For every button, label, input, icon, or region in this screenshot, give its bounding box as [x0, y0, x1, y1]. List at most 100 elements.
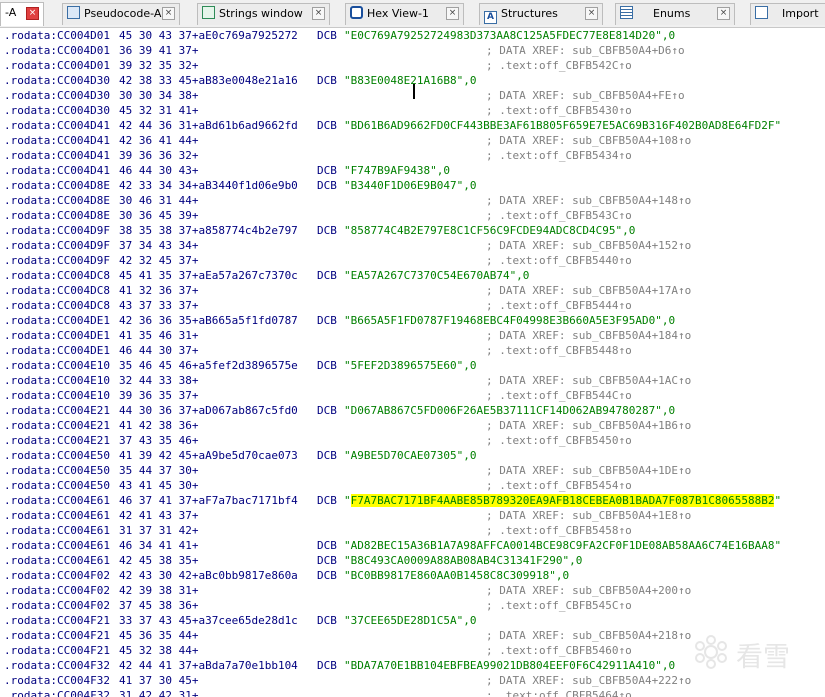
xref-comment[interactable]: ; .text:off_CBFB544C↑o	[486, 388, 632, 403]
hex-bytes: 33 37 43 45+a37cee65de28d1c	[119, 614, 298, 627]
listing-line[interactable]: .rodata:CC004DE1 42 36 36 35+aB665a5f1fd0…	[0, 313, 825, 328]
listing-line[interactable]: .rodata:CC004F02 37 45 38 36+ ; .text:off_…	[0, 598, 825, 613]
xref-comment[interactable]: ; DATA XREF: sub_CBFB50A4+1DE↑o	[486, 463, 691, 478]
xref-comment[interactable]: ; .text:off_CBFB5430↑o	[486, 103, 632, 118]
listing-line[interactable]: .rodata:CC004E10 39 36 35 37+ ; .text:off_…	[0, 388, 825, 403]
xref-comment[interactable]: ; .text:off_CBFB5444↑o	[486, 298, 632, 313]
close-icon[interactable]: ×	[312, 7, 325, 20]
xref-comment[interactable]: ; .text:off_CBFB5464↑o	[486, 688, 632, 697]
listing-line[interactable]: .rodata:CC004D41 42 44 36 31+aBd61b6ad966…	[0, 118, 825, 133]
xref-comment[interactable]: ; DATA XREF: sub_CBFB50A4+218↑o	[486, 628, 691, 643]
listing-line[interactable]: .rodata:CC004E50 41 39 42 45+aA9be5d70cae…	[0, 448, 825, 463]
listing-line[interactable]: .rodata:CC004E10 32 44 33 38+ ; DATA XREF:…	[0, 373, 825, 388]
listing-line[interactable]: .rodata:CC004E21 41 42 38 36+ ; DATA XREF:…	[0, 418, 825, 433]
xref-comment[interactable]: ; .text:off_CBFB545C↑o	[486, 598, 632, 613]
listing-line[interactable]: .rodata:CC004DE1 46 44 30 37+ ; .text:off_…	[0, 343, 825, 358]
xref-comment[interactable]: ; .text:off_CBFB5454↑o	[486, 478, 632, 493]
xref-comment[interactable]: ; .text:off_CBFB543C↑o	[486, 208, 632, 223]
listing-line[interactable]: .rodata:CC004E61 42 45 38 35+ DCB "B8C493CA…	[0, 553, 825, 568]
listing-line[interactable]: .rodata:CC004DC8 45 41 35 37+aEa57a267c73…	[0, 268, 825, 283]
tab-structures[interactable]: A Structures ×	[479, 3, 603, 25]
xref-comment[interactable]: ; DATA XREF: sub_CBFB50A4+1AC↑o	[486, 373, 691, 388]
tab-pseudocode[interactable]: Pseudocode-A ×	[62, 3, 180, 25]
listing-line[interactable]: .rodata:CC004E50 35 44 37 30+ ; DATA XREF:…	[0, 463, 825, 478]
listing-line[interactable]: .rodata:CC004F02 42 43 30 42+aBc0bb9817e8…	[0, 568, 825, 583]
xref-comment[interactable]: ; DATA XREF: sub_CBFB50A4+148↑o	[486, 193, 691, 208]
xref-comment[interactable]: ; .text:off_CBFB5440↑o	[486, 253, 632, 268]
hex-bytes: 46 34 41 41+	[119, 539, 199, 552]
hex-bytes: 30 36 45 39+	[119, 209, 199, 222]
hex-bytes: 42 44 36 31+aBd61b6ad9662fd	[119, 119, 298, 132]
xref-comment[interactable]: ; .text:off_CBFB5458↑o	[486, 523, 632, 538]
tab-enums[interactable]: Enums ×	[615, 3, 735, 25]
listing-line[interactable]: .rodata:CC004DC8 41 32 36 37+ ; DATA XREF:…	[0, 283, 825, 298]
address: .rodata:CC004DE1	[4, 344, 110, 357]
directive: DCB	[317, 569, 337, 582]
close-icon[interactable]: ×	[585, 7, 598, 20]
listing-line[interactable]: .rodata:CC004E61 31 37 31 42+ ; .text:off_…	[0, 523, 825, 538]
xref-comment[interactable]: ; DATA XREF: sub_CBFB50A4+200↑o	[486, 583, 691, 598]
hex-bytes: 45 30 43 37+aE0c769a7925272	[119, 29, 298, 42]
listing-line[interactable]: .rodata:CC004DC8 43 37 33 37+ ; .text:off_…	[0, 298, 825, 313]
listing-line[interactable]: .rodata:CC004D30 45 32 31 41+ ; .text:off_…	[0, 103, 825, 118]
listing-line[interactable]: .rodata:CC004F32 31 42 42 31+ ; .text:off_…	[0, 688, 825, 697]
listing-line[interactable]: .rodata:CC004D8E 30 36 45 39+ ; .text:off_…	[0, 208, 825, 223]
xref-comment[interactable]: ; .text:off_CBFB5460↑o	[486, 643, 632, 658]
listing-line[interactable]: .rodata:CC004D01 39 32 35 32+ ; .text:off_…	[0, 58, 825, 73]
listing-line[interactable]: .rodata:CC004F32 41 37 30 45+ ; DATA XREF:…	[0, 673, 825, 688]
listing-line[interactable]: .rodata:CC004E61 46 37 41 37+aF7a7bac7171…	[0, 493, 825, 508]
xref-comment[interactable]: ; DATA XREF: sub_CBFB50A4+108↑o	[486, 133, 691, 148]
listing-line[interactable]: .rodata:CC004D9F 37 34 43 34+ ; DATA XREF:…	[0, 238, 825, 253]
listing-line[interactable]: .rodata:CC004D41 42 36 41 44+ ; DATA XREF:…	[0, 133, 825, 148]
listing-line[interactable]: .rodata:CC004E61 42 41 43 37+ ; DATA XREF:…	[0, 508, 825, 523]
tab-strings-window[interactable]: Strings window ×	[197, 3, 330, 25]
string-literal: "B83E0048E21A16B8",0	[344, 74, 477, 87]
listing-line[interactable]: .rodata:CC004D01 36 39 41 37+ ; DATA XREF:…	[0, 43, 825, 58]
address: .rodata:CC004E10	[4, 359, 110, 372]
close-icon[interactable]: ×	[162, 7, 175, 20]
listing-line[interactable]: .rodata:CC004E61 46 34 41 41+ DCB "AD82BEC1…	[0, 538, 825, 553]
listing-line[interactable]: .rodata:CC004D8E 30 46 31 44+ ; DATA XREF:…	[0, 193, 825, 208]
xref-comment[interactable]: ; DATA XREF: sub_CBFB50A4+D6↑o	[486, 43, 685, 58]
listing-line[interactable]: .rodata:CC004D41 46 44 30 43+ DCB "F747B9AF…	[0, 163, 825, 178]
tab-ida-view[interactable]: -A ×	[0, 2, 44, 26]
xref-comment[interactable]: ; .text:off_CBFB5448↑o	[486, 343, 632, 358]
xref-comment[interactable]: ; DATA XREF: sub_CBFB50A4+152↑o	[486, 238, 691, 253]
disassembly-listing[interactable]: .rodata:CC004D01 45 30 43 37+aE0c769a7925…	[0, 28, 825, 697]
listing-line[interactable]: .rodata:CC004E10 35 46 45 46+a5fef2d38965…	[0, 358, 825, 373]
xref-comment[interactable]: ; DATA XREF: sub_CBFB50A4+184↑o	[486, 328, 691, 343]
listing-line[interactable]: .rodata:CC004D41 39 36 36 32+ ; .text:off_…	[0, 148, 825, 163]
xref-comment[interactable]: ; DATA XREF: sub_CBFB50A4+222↑o	[486, 673, 691, 688]
address: .rodata:CC004F21	[4, 614, 110, 627]
tab-hex-view[interactable]: Hex View-1 ×	[345, 3, 464, 25]
xref-comment[interactable]: ; DATA XREF: sub_CBFB50A4+17A↑o	[486, 283, 691, 298]
close-icon[interactable]: ×	[717, 7, 730, 20]
listing-line[interactable]: .rodata:CC004E21 37 43 35 46+ ; .text:off_…	[0, 433, 825, 448]
listing-line[interactable]: .rodata:CC004F02 42 39 38 31+ ; DATA XREF:…	[0, 583, 825, 598]
string-literal: "A9BE5D70CAE07305",0	[344, 449, 477, 462]
string-quote: "	[344, 494, 351, 507]
close-icon[interactable]: ×	[26, 7, 39, 20]
listing-line[interactable]: .rodata:CC004D9F 42 32 45 37+ ; .text:off_…	[0, 253, 825, 268]
xref-comment[interactable]: ; DATA XREF: sub_CBFB50A4+FE↑o	[486, 88, 685, 103]
listing-line[interactable]: .rodata:CC004D01 45 30 43 37+aE0c769a7925…	[0, 28, 825, 43]
tab-imports[interactable]: Import	[750, 3, 825, 25]
close-icon[interactable]: ×	[446, 7, 459, 20]
listing-line[interactable]: .rodata:CC004E50 43 41 45 30+ ; .text:off_…	[0, 478, 825, 493]
listing-line[interactable]: .rodata:CC004D9F 38 35 38 37+a858774c4b2e…	[0, 223, 825, 238]
xref-comment[interactable]: ; .text:off_CBFB5434↑o	[486, 148, 632, 163]
listing-line[interactable]: .rodata:CC004DE1 41 35 46 31+ ; DATA XREF:…	[0, 328, 825, 343]
hex-bytes: 42 36 41 44+	[119, 134, 199, 147]
xref-comment[interactable]: ; DATA XREF: sub_CBFB50A4+1E8↑o	[486, 508, 691, 523]
listing-line[interactable]: .rodata:CC004F21 33 37 43 45+a37cee65de28…	[0, 613, 825, 628]
listing-line[interactable]: .rodata:CC004E21 44 30 36 37+aD067ab867c5…	[0, 403, 825, 418]
xref-comment[interactable]: ; DATA XREF: sub_CBFB50A4+1B6↑o	[486, 418, 691, 433]
directive: DCB	[317, 224, 337, 237]
xref-comment[interactable]: ; .text:off_CBFB5450↑o	[486, 433, 632, 448]
xref-comment[interactable]: ; .text:off_CBFB542C↑o	[486, 58, 632, 73]
string-literal: "B3440F1D06E9B047",0	[344, 179, 477, 192]
listing-line[interactable]: .rodata:CC004D8E 42 33 34 34+aB3440f1d06e…	[0, 178, 825, 193]
address: .rodata:CC004DC8	[4, 284, 110, 297]
string-literal: "F747B9AF9438",0	[344, 164, 450, 177]
hex-bytes: 37 45 38 36+	[119, 599, 199, 612]
